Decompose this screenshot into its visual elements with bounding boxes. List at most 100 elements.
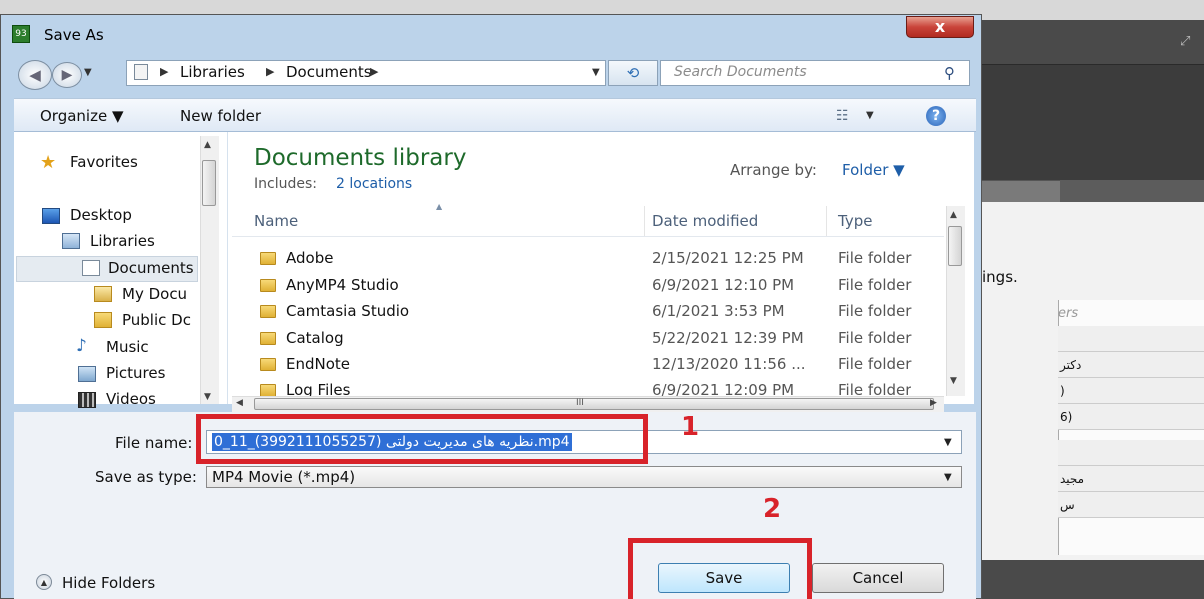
breadcrumb-documents[interactable]: Documents	[286, 63, 372, 81]
file-row-name[interactable]: Log Files	[286, 381, 350, 396]
annotation-box-save	[628, 538, 812, 599]
documents-icon	[82, 260, 100, 276]
background-table-row	[1058, 440, 1204, 466]
back-button[interactable]: ◀	[18, 60, 52, 90]
nav-item-libraries[interactable]: Libraries	[90, 232, 155, 250]
file-row-date: 12/13/2020 11:56 ...	[652, 355, 806, 373]
nav-item-desktop[interactable]: Desktop	[70, 206, 132, 224]
file-row-type: File folder	[838, 355, 912, 373]
background-table-row: 6)	[1058, 404, 1204, 430]
breadcrumb-arrow-icon[interactable]: ▶	[266, 65, 274, 78]
column-type[interactable]: Type	[838, 212, 872, 230]
desktop-icon	[42, 208, 60, 224]
music-icon: ♪	[76, 336, 87, 356]
file-row-date: 2/15/2021 12:25 PM	[652, 249, 804, 267]
file-row-name[interactable]: Catalog	[286, 329, 344, 355]
refresh-button[interactable]: ⟲	[608, 60, 658, 86]
save-as-type-value: MP4 Movie (*.mp4)	[212, 468, 356, 486]
annotation-step-1: 1	[681, 412, 700, 442]
libraries-icon	[62, 233, 80, 249]
app-icon: 93	[12, 25, 30, 43]
folder-icon	[94, 312, 112, 328]
scroll-left-icon[interactable]: ◀	[236, 398, 243, 408]
help-icon[interactable]: ?	[926, 106, 946, 126]
breadcrumb-libraries[interactable]: Libraries	[180, 63, 245, 81]
search-icon[interactable]: ⚲	[944, 64, 955, 82]
collapse-icon[interactable]: ▲	[36, 574, 52, 590]
hide-folders-button[interactable]: Hide Folders	[62, 574, 155, 592]
organize-button[interactable]: Organize ▼	[40, 107, 124, 125]
nav-item-pictures[interactable]: Pictures	[106, 364, 165, 382]
file-row-type: File folder	[838, 276, 912, 294]
nav-item-my-documents[interactable]: My Docu	[122, 285, 198, 303]
background-table-row: مجید	[1058, 466, 1204, 492]
cancel-button[interactable]: Cancel	[812, 563, 944, 593]
column-divider[interactable]	[644, 206, 645, 236]
annotation-box-file-name	[196, 414, 648, 464]
address-dropdown[interactable]: ▼	[592, 67, 600, 78]
document-icon	[134, 64, 148, 80]
save-as-type-dropdown-icon[interactable]: ▼	[944, 472, 952, 483]
view-dropdown[interactable]: ▼	[866, 110, 874, 121]
file-row-date: 5/22/2021 12:39 PM	[652, 329, 804, 347]
file-row-type: File folder	[838, 249, 912, 267]
file-name-dropdown-icon[interactable]: ▼	[944, 437, 952, 448]
nav-item-documents[interactable]: Documents	[108, 259, 198, 277]
scroll-up-icon[interactable]: ▲	[950, 210, 957, 220]
background-header-tab	[980, 180, 1062, 204]
new-folder-button[interactable]: New folder	[180, 107, 261, 125]
column-date-modified[interactable]: Date modified	[652, 212, 758, 230]
scroll-grip-icon: III	[576, 398, 584, 408]
file-row-date: 6/9/2021 12:10 PM	[652, 276, 795, 294]
file-row-name[interactable]: EndNote	[286, 355, 350, 381]
recent-pages-dropdown[interactable]: ▼	[84, 67, 92, 78]
search-placeholder: Search Documents	[674, 64, 807, 80]
file-row-name[interactable]: Adobe	[286, 249, 333, 275]
nav-scroll-up-icon[interactable]: ▲	[204, 140, 211, 150]
nav-scroll-thumb[interactable]	[202, 160, 216, 206]
breadcrumb-arrow-icon[interactable]: ▶	[370, 65, 378, 78]
scroll-right-icon[interactable]: ▶	[930, 398, 937, 408]
library-includes-label: Includes:	[254, 176, 317, 192]
horizontal-scroll-thumb[interactable]	[254, 398, 934, 410]
file-row-name[interactable]: Camtasia Studio	[286, 302, 409, 328]
nav-item-music[interactable]: Music	[106, 338, 149, 356]
arrange-by-label: Arrange by:	[730, 161, 817, 179]
file-row-type: File folder	[838, 302, 912, 320]
folder-icon	[260, 305, 276, 318]
folder-icon	[260, 358, 276, 371]
file-row-name[interactable]: AnyMP4 Studio	[286, 276, 399, 302]
nav-item-videos[interactable]: Videos	[106, 390, 156, 408]
file-row-date: 6/9/2021 12:09 PM	[652, 381, 795, 396]
background-table-row: س	[1058, 492, 1204, 518]
folder-icon	[260, 332, 276, 345]
column-name[interactable]: Name	[254, 212, 298, 230]
background-table-placeholder: ers	[1058, 306, 1079, 321]
annotation-step-2: 2	[763, 494, 782, 524]
arrange-by-dropdown[interactable]: Folder ▼	[842, 161, 905, 179]
save-as-type-label: Save as type:	[95, 468, 197, 486]
background-table-row	[1058, 326, 1204, 352]
folder-icon	[260, 279, 276, 292]
file-list-scroll-thumb[interactable]	[948, 226, 962, 266]
dialog-title: Save As	[44, 26, 104, 44]
file-row-type: File folder	[838, 381, 912, 396]
forward-button[interactable]: ▶	[52, 62, 82, 88]
library-locations-link[interactable]: 2 locations	[336, 176, 412, 192]
videos-icon	[78, 392, 96, 408]
pictures-icon	[78, 366, 96, 382]
expand-icon[interactable]: ⤢	[1180, 34, 1196, 50]
file-name-label: File name:	[115, 434, 193, 452]
nav-item-favorites[interactable]: Favorites	[70, 153, 138, 171]
close-button[interactable]: x	[906, 16, 974, 38]
library-title: Documents library	[254, 145, 467, 171]
star-icon: ★	[40, 152, 57, 173]
nav-scroll-down-icon[interactable]: ▼	[204, 392, 211, 402]
file-row-type: File folder	[838, 329, 912, 347]
breadcrumb-arrow-icon[interactable]: ▶	[160, 65, 168, 78]
background-app-bottom	[980, 560, 1204, 599]
column-divider[interactable]	[826, 206, 827, 236]
view-icon[interactable]: ☷	[836, 108, 849, 124]
nav-item-public-documents[interactable]: Public Dc	[122, 311, 198, 329]
scroll-down-icon[interactable]: ▼	[950, 376, 957, 386]
